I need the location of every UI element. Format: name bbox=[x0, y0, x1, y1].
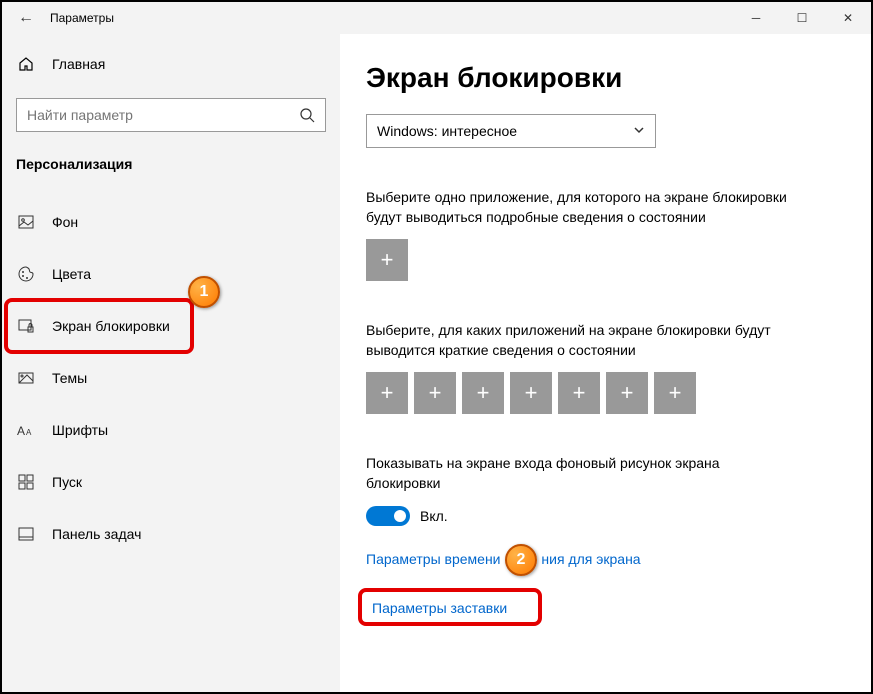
home-nav[interactable]: Главная bbox=[10, 44, 332, 84]
settings-window: ← Параметры ─ ☐ ✕ Главная Персонализация bbox=[2, 2, 871, 692]
add-quick-app-button[interactable]: + bbox=[462, 372, 504, 414]
main-content: Экран блокировки Windows: интересное Выб… bbox=[340, 34, 871, 692]
background-dropdown[interactable]: Windows: интересное bbox=[366, 114, 656, 148]
sidebar-item-fonts[interactable]: AA Шрифты bbox=[10, 404, 332, 456]
add-quick-app-button[interactable]: + bbox=[510, 372, 552, 414]
search-box[interactable] bbox=[16, 98, 326, 132]
dropdown-value: Windows: интересное bbox=[377, 123, 517, 139]
home-icon bbox=[16, 56, 36, 72]
fonts-icon: AA bbox=[16, 423, 36, 437]
quick-status-desc: Выберите, для каких приложений на экране… bbox=[366, 321, 796, 360]
start-icon bbox=[16, 474, 36, 490]
sidebar-item-background[interactable]: Фон bbox=[10, 196, 332, 248]
detailed-status-desc: Выберите одно приложение, для которого н… bbox=[366, 188, 796, 227]
sidebar-item-label: Шрифты bbox=[36, 422, 108, 438]
sidebar-item-label: Пуск bbox=[36, 474, 82, 490]
add-detailed-app-button[interactable]: + bbox=[366, 239, 408, 281]
close-button[interactable]: ✕ bbox=[825, 2, 871, 34]
screen-timeout-link[interactable]: Параметры времени bbox=[366, 551, 501, 567]
sidebar-item-taskbar[interactable]: Панель задач bbox=[10, 508, 332, 560]
minimize-button[interactable]: ─ bbox=[733, 2, 779, 34]
chevron-down-icon bbox=[633, 123, 645, 139]
sidebar-item-label: Экран блокировки bbox=[36, 318, 170, 334]
image-icon bbox=[16, 214, 36, 230]
taskbar-icon bbox=[16, 526, 36, 542]
page-title: Экран блокировки bbox=[366, 62, 845, 94]
add-quick-app-button[interactable]: + bbox=[606, 372, 648, 414]
sidebar-item-label: Темы bbox=[36, 370, 87, 386]
themes-icon bbox=[16, 370, 36, 386]
palette-icon bbox=[16, 266, 36, 282]
sidebar-item-label: Фон bbox=[36, 214, 78, 230]
add-quick-app-button[interactable]: + bbox=[558, 372, 600, 414]
signin-bg-toggle[interactable] bbox=[366, 506, 410, 526]
sidebar: Главная Персонализация Фон Цвета bbox=[2, 34, 340, 692]
sidebar-item-themes[interactable]: Темы bbox=[10, 352, 332, 404]
svg-text:A: A bbox=[26, 428, 32, 437]
titlebar: ← Параметры ─ ☐ ✕ bbox=[2, 2, 871, 34]
window-title: Параметры bbox=[42, 11, 114, 25]
search-icon bbox=[289, 107, 325, 123]
sidebar-item-label: Цвета bbox=[36, 266, 91, 282]
svg-text:A: A bbox=[17, 424, 25, 437]
toggle-state-label: Вкл. bbox=[420, 508, 448, 524]
add-quick-app-button[interactable]: + bbox=[366, 372, 408, 414]
search-input[interactable] bbox=[17, 107, 289, 123]
sidebar-item-start[interactable]: Пуск bbox=[10, 456, 332, 508]
back-button[interactable]: ← bbox=[10, 2, 42, 34]
add-quick-app-button[interactable]: + bbox=[414, 372, 456, 414]
section-title: Персонализация bbox=[10, 156, 332, 196]
screensaver-link[interactable]: Параметры заставки bbox=[366, 596, 513, 620]
home-label: Главная bbox=[36, 56, 105, 72]
add-quick-app-button[interactable]: + bbox=[654, 372, 696, 414]
signin-bg-desc: Показывать на экране входа фоновый рисун… bbox=[366, 454, 796, 493]
sidebar-item-label: Панель задач bbox=[36, 526, 141, 542]
sidebar-item-lockscreen[interactable]: Экран блокировки bbox=[10, 300, 332, 352]
lockscreen-icon bbox=[16, 318, 36, 334]
screen-timeout-link-cont[interactable]: ния для экрана bbox=[541, 551, 640, 567]
sidebar-item-colors[interactable]: Цвета bbox=[10, 248, 332, 300]
maximize-button[interactable]: ☐ bbox=[779, 2, 825, 34]
annotation-badge-2: 2 bbox=[505, 544, 537, 576]
